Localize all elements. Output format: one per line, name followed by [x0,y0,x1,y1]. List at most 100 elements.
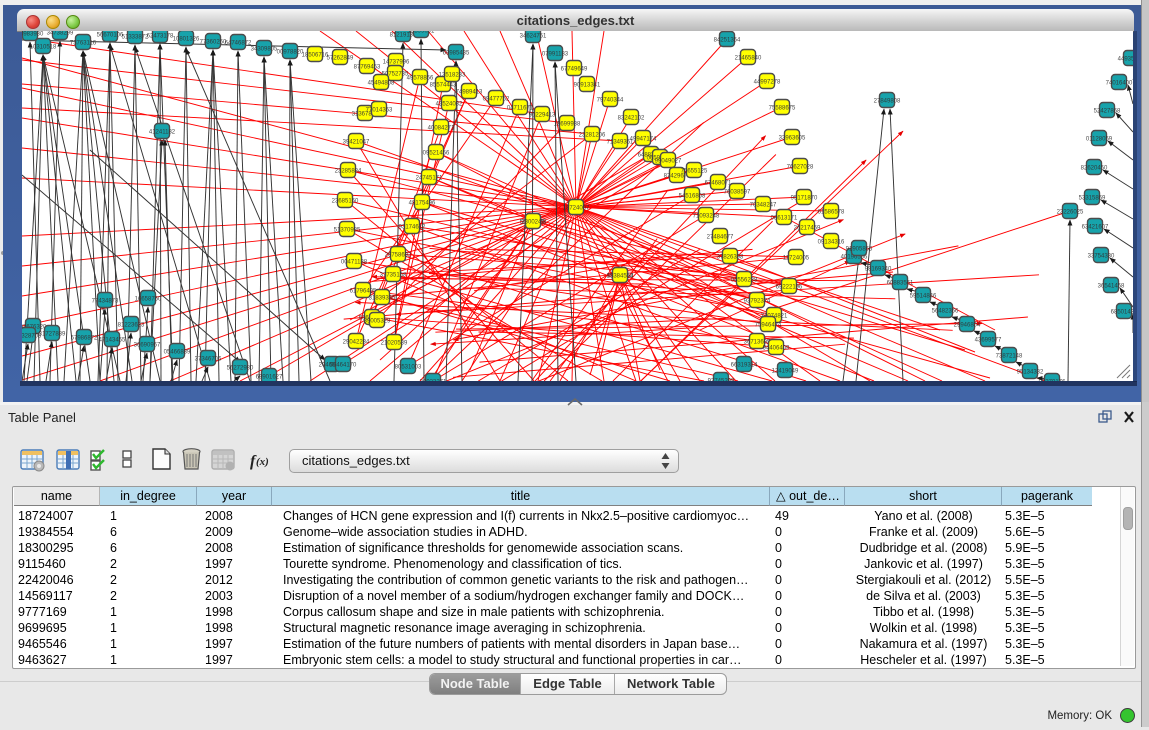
svg-text:93174612: 93174612 [399,224,426,230]
svg-text:49947174: 49947174 [630,136,657,142]
svg-text:66319314: 66319314 [731,362,758,368]
svg-text:27849808: 27849808 [874,98,901,104]
svg-text:64746872: 64746872 [225,40,252,46]
svg-text:95171870: 95171870 [791,195,818,201]
svg-text:99049027: 99049027 [655,158,682,164]
svg-text:33963605: 33963605 [779,135,806,141]
svg-text:23226025: 23226025 [1057,209,1084,215]
svg-text:69222196: 69222196 [776,284,803,290]
svg-text:70348247: 70348247 [750,202,777,208]
svg-text:43524082: 43524082 [436,101,463,107]
svg-text:83242102: 83242102 [618,115,645,121]
svg-text:77434873: 77434873 [92,298,119,304]
svg-text:75946474: 75946474 [755,322,782,328]
svg-text:61796405: 61796405 [350,288,377,294]
svg-text:68501429: 68501429 [1111,309,1133,315]
svg-text:31727889: 31727889 [39,331,66,337]
svg-text:23685160: 23685160 [332,198,359,204]
svg-text:62473178: 62473178 [147,33,174,39]
svg-text:29042284: 29042284 [343,339,370,345]
svg-text:67749649: 67749649 [561,66,588,72]
svg-text:56464170: 56464170 [330,362,357,368]
svg-text:(x): (x) [256,456,269,468]
svg-text:39421047: 39421047 [343,139,370,145]
svg-text:67468071: 67468071 [705,180,732,186]
svg-text:39005329: 39005329 [364,318,391,324]
svg-text:54516808: 54516808 [679,193,706,199]
svg-text:82620450: 82620450 [1081,165,1108,171]
svg-text:53315869: 53315869 [1079,195,1106,201]
svg-text:04711671: 04711671 [507,105,534,111]
svg-text:2300245: 2300245 [521,219,545,225]
svg-text:23285884: 23285884 [335,168,362,174]
svg-text:37826398: 37826398 [717,254,744,260]
svg-text:76038597: 76038597 [724,189,751,195]
svg-text:00978820: 00978820 [277,49,304,55]
svg-text:21020539: 21020539 [381,340,408,346]
svg-text:04556238: 04556238 [731,277,758,283]
svg-text:00471138: 00471138 [341,259,368,265]
svg-text:56482366: 56482366 [932,308,959,314]
svg-text:27484677: 27484677 [707,234,734,240]
svg-text:69901627: 69901627 [256,374,283,380]
svg-text:37346706: 37346706 [195,356,222,362]
svg-text:57262849: 57262849 [327,55,354,61]
svg-text:61586578: 61586578 [818,209,845,215]
svg-text:75588675: 75588675 [769,105,796,111]
svg-text:95134332: 95134332 [1017,369,1044,375]
svg-text:74016400: 74016400 [1106,80,1133,86]
svg-text:73872148: 73872148 [996,353,1023,359]
svg-text:91905865: 91905865 [846,246,873,252]
svg-text:09477752: 09477752 [483,96,510,102]
svg-text:90229413: 90229413 [529,112,556,118]
svg-text:36690967: 36690967 [134,342,161,348]
svg-text:45494808: 45494808 [368,80,395,86]
svg-text:63421607: 63421607 [1082,224,1109,230]
svg-text:50983930: 50983930 [22,31,44,37]
svg-text:93792374: 93792374 [744,298,771,304]
svg-text:37735158: 37735158 [380,272,407,278]
svg-text:74989413: 74989413 [456,89,483,95]
svg-text:34309805: 34309805 [251,46,278,52]
svg-text:48175496: 48175496 [409,200,436,206]
svg-text:90913341: 90913341 [574,82,601,88]
svg-text:94406409: 94406409 [763,345,790,351]
svg-text:10310518: 10310518 [30,44,57,50]
svg-text:23281206: 23281206 [579,132,606,138]
svg-text:77014363: 77014363 [366,107,393,113]
svg-text:47143455: 47143455 [99,337,126,343]
svg-text:59514846: 59514846 [910,293,937,299]
svg-text:44935348: 44935348 [1118,56,1133,62]
svg-text:33754330: 33754330 [1088,253,1115,259]
svg-text:16658760: 16658760 [135,296,162,302]
svg-text:57986872: 57986872 [71,335,98,341]
svg-text:11724005: 11724005 [783,255,810,261]
svg-text:76627028: 76627028 [787,164,814,170]
svg-text:56670106: 56670106 [97,32,124,38]
svg-text:31839335: 31839335 [369,295,396,301]
svg-text:08613171: 08613171 [771,215,798,221]
svg-text:44997278: 44997278 [754,79,781,85]
svg-text:77360260: 77360260 [200,39,227,45]
svg-text:84251354: 84251354 [714,37,741,43]
svg-text:14737996: 14737996 [383,59,410,65]
svg-text:40084271: 40084271 [428,125,455,131]
svg-text:09134316: 09134316 [818,239,845,245]
svg-text:49578856: 49578856 [407,75,434,81]
svg-text:41241182: 41241182 [149,129,176,135]
svg-text:34624751: 34624751 [520,33,547,39]
svg-text:80531003: 80531003 [395,364,422,370]
svg-text:81223623: 81223623 [118,322,145,328]
svg-text:51333872: 51333872 [122,34,149,40]
svg-text:09521456: 09521456 [423,150,450,156]
svg-text:21465840: 21465840 [735,55,762,61]
svg-text:29946804: 29946804 [954,322,981,328]
svg-text:36541458: 36541458 [1098,283,1125,289]
svg-text:79740344: 79740344 [597,97,624,103]
svg-text:52427868: 52427868 [1094,108,1121,114]
svg-text:56272980: 56272980 [227,365,254,371]
svg-text:69985435: 69985435 [443,50,470,56]
svg-text:26217459: 26217459 [794,225,821,231]
svg-text:13518233: 13518233 [439,72,466,78]
svg-text:19399091: 19399091 [408,31,435,34]
